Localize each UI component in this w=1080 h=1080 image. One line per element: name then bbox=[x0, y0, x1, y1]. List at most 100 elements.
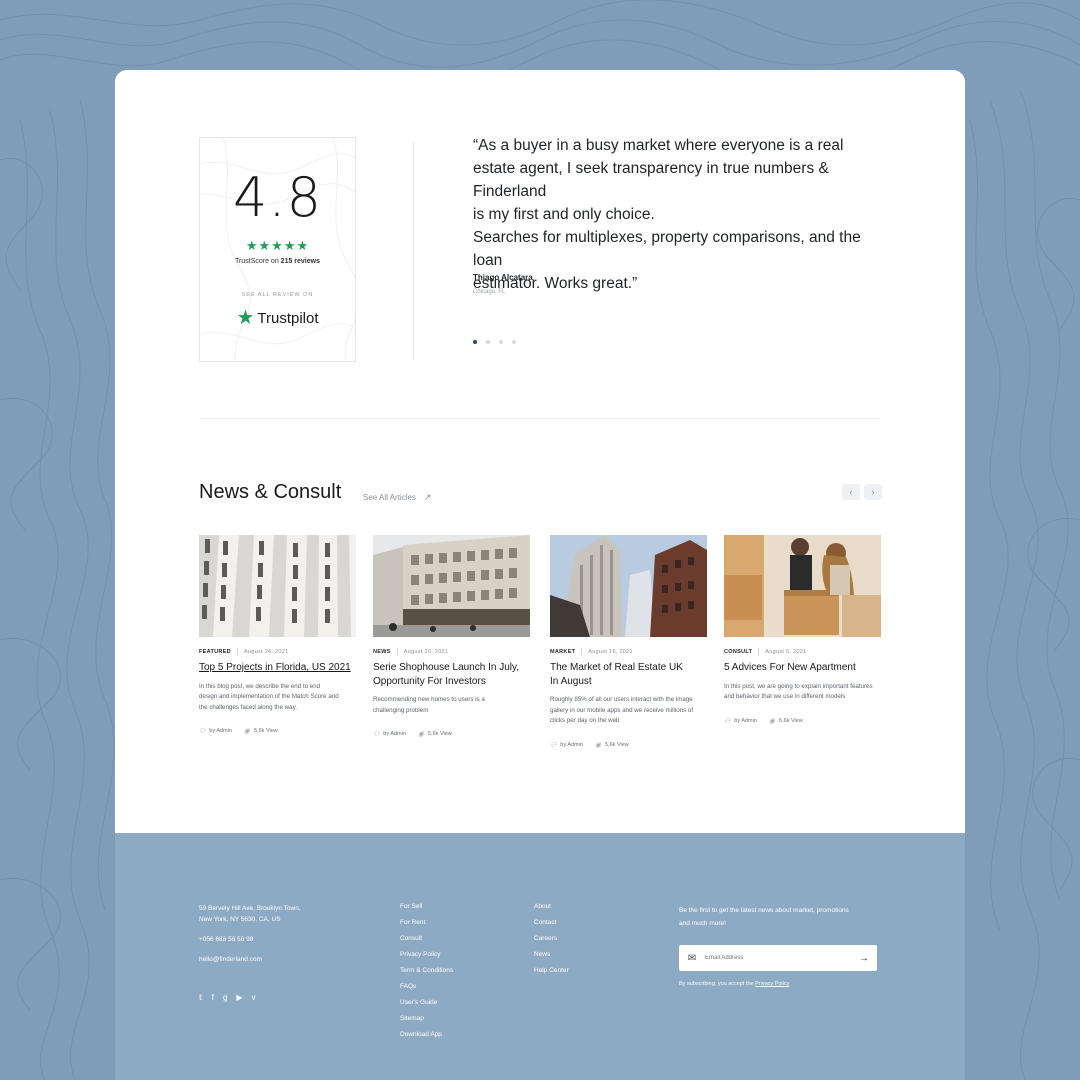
article-card[interactable]: CONSULT August 5, 2021 5 Advices For New… bbox=[724, 535, 881, 725]
views-label: 5,6k View bbox=[779, 717, 803, 724]
user-icon: ⚇ bbox=[724, 717, 731, 725]
carousel-dot[interactable] bbox=[486, 340, 490, 344]
footer-link[interactable]: FAQs bbox=[400, 983, 453, 990]
meta-divider bbox=[758, 648, 760, 655]
arrow-right-icon[interactable]: → bbox=[851, 953, 877, 964]
article-author: ⚇ by Admin bbox=[550, 741, 583, 749]
footer-links-col-2: About Contact Careers News Help Center bbox=[534, 903, 569, 983]
footer-link[interactable]: For Rent bbox=[400, 919, 453, 926]
see-all-review-label: SEE ALL REVIEW ON bbox=[241, 292, 314, 298]
user-icon: ⚇ bbox=[550, 741, 557, 749]
consent-prefix: By subscribing, you accept the bbox=[679, 981, 754, 987]
footer-link[interactable]: Contact bbox=[534, 919, 569, 926]
article-title[interactable]: Top 5 Projects in Florida, US 2021 bbox=[199, 661, 356, 675]
testimonial-author: Thiago Alcatara bbox=[473, 273, 533, 282]
article-category[interactable]: MARKET bbox=[550, 649, 575, 655]
article-footer: ⚇ by Admin ◉ 5,6k View bbox=[550, 741, 707, 749]
carousel-dot[interactable] bbox=[473, 340, 477, 344]
footer-link[interactable]: Privacy Policy bbox=[400, 951, 453, 958]
eye-icon: ◉ bbox=[768, 717, 776, 725]
article-date: August 20, 2021 bbox=[403, 648, 449, 655]
twitter-icon[interactable]: 𝕥 bbox=[199, 993, 203, 1002]
footer-link[interactable]: For Sell bbox=[400, 903, 453, 910]
article-category[interactable]: FEATURED bbox=[199, 649, 231, 655]
article-author: ⚇ by Admin bbox=[373, 730, 406, 738]
footer-link[interactable]: Sitemap bbox=[400, 1015, 453, 1022]
testimonial-location: Chicago, FL bbox=[473, 289, 506, 295]
article-date: August 16, 2021 bbox=[588, 648, 633, 655]
article-category[interactable]: CONSULT bbox=[724, 649, 752, 655]
footer-link[interactable]: Careers bbox=[534, 935, 569, 942]
footer-link[interactable]: About bbox=[534, 903, 569, 910]
article-title[interactable]: The Market of Real Estate UK In August bbox=[550, 661, 707, 688]
facebook-icon[interactable]: f bbox=[212, 993, 214, 1002]
article-card[interactable]: FEATURED August 24, 2021 Top 5 Projects … bbox=[199, 535, 356, 735]
eye-icon: ◉ bbox=[594, 741, 602, 749]
author-label: by Admin bbox=[383, 731, 406, 737]
footer-link[interactable]: Consult bbox=[400, 935, 453, 942]
user-icon: ⚇ bbox=[199, 728, 206, 735]
article-author: ⚇ by Admin bbox=[199, 727, 232, 735]
article-image[interactable] bbox=[373, 535, 530, 637]
trustpilot-rating-card[interactable]: 4.8 ★★★★★ TrustScore on 215 reviews SEE … bbox=[199, 137, 356, 362]
vimeo-icon[interactable]: v bbox=[252, 993, 256, 1002]
next-button[interactable]: › bbox=[864, 484, 882, 500]
see-all-label: See All Articles bbox=[363, 493, 416, 502]
eye-icon: ◉ bbox=[243, 728, 251, 735]
footer-link[interactable]: Download App bbox=[400, 1031, 453, 1038]
testimonial-quote: “As a buyer in a busy market where every… bbox=[473, 134, 893, 295]
article-title[interactable]: 5 Advices For New Apartment bbox=[724, 661, 881, 675]
horizontal-divider bbox=[199, 418, 881, 419]
footer-link[interactable]: Help Center bbox=[534, 967, 569, 974]
footer-contact: 59 Bervely Hill Ave, Brooklyn Town, New … bbox=[199, 903, 301, 974]
article-excerpt: Roughly 85% of all our users interact wi… bbox=[550, 696, 694, 724]
rating-score: 4.8 bbox=[233, 166, 322, 229]
meta-divider bbox=[581, 648, 583, 655]
carousel-dot[interactable] bbox=[499, 340, 503, 344]
article-category[interactable]: NEWS bbox=[373, 649, 391, 655]
trustpilot-logo[interactable]: ★ Trustpilot bbox=[200, 308, 355, 328]
prev-button[interactable]: ‹ bbox=[842, 484, 860, 500]
article-image[interactable] bbox=[199, 535, 356, 637]
google-icon[interactable]: g bbox=[223, 993, 227, 1002]
author-label: by Admin bbox=[209, 728, 232, 734]
arrow-up-right-icon: ↗ bbox=[423, 492, 432, 502]
newsletter-form: ✉ → bbox=[679, 945, 877, 971]
article-excerpt: Recommending new homes to users is a cha… bbox=[373, 696, 485, 714]
newsletter-text: Be the first to get the latest news abou… bbox=[679, 907, 849, 927]
article-views: ◉ 5,6k View bbox=[769, 717, 803, 725]
section-title: News & Consult bbox=[199, 481, 342, 503]
carousel-dot[interactable] bbox=[512, 340, 516, 344]
article-meta: FEATURED August 24, 2021 bbox=[199, 648, 356, 655]
trustscore-prefix: TrustScore on bbox=[235, 258, 279, 265]
footer-link[interactable]: News bbox=[534, 951, 569, 958]
views-label: 5,6k View bbox=[605, 741, 629, 748]
see-all-articles-link[interactable]: See All Articles ↗ bbox=[363, 492, 431, 503]
article-card[interactable]: NEWS August 20, 2021 Serie Shophouse Lau… bbox=[373, 535, 530, 738]
rating-stars-icon: ★★★★★ bbox=[245, 238, 310, 253]
email-input[interactable] bbox=[705, 955, 851, 961]
footer-link[interactable]: User's Guide bbox=[400, 999, 453, 1006]
article-meta: NEWS August 20, 2021 bbox=[373, 648, 530, 655]
article-excerpt: In this blog post, we describe the end t… bbox=[199, 682, 339, 711]
carousel-nav: ‹ › bbox=[842, 484, 882, 500]
trustpilot-brand: Trustpilot bbox=[257, 309, 319, 327]
footer-link[interactable]: Term & Conditions bbox=[400, 967, 453, 974]
article-card[interactable]: MARKET August 16, 2021 The Market of Rea… bbox=[550, 535, 707, 749]
article-author: ⚇ by Admin bbox=[724, 717, 757, 725]
author-label: by Admin bbox=[734, 717, 757, 724]
phone-link[interactable]: +056 686 56 56 98 bbox=[199, 934, 301, 945]
privacy-policy-link[interactable]: Privacy Policy bbox=[755, 981, 789, 987]
eye-icon: ◉ bbox=[417, 731, 425, 738]
article-title[interactable]: Serie Shophouse Launch In July, Opportun… bbox=[373, 661, 530, 688]
email-link[interactable]: hello@finderland.com bbox=[199, 954, 301, 965]
youtube-icon[interactable]: ▶ bbox=[236, 993, 242, 1002]
article-image[interactable] bbox=[724, 535, 881, 637]
meta-divider bbox=[396, 648, 398, 655]
views-label: 5,6k View bbox=[428, 731, 452, 737]
article-views: ◉ 5,6k View bbox=[595, 741, 629, 749]
article-image[interactable] bbox=[550, 535, 707, 637]
vertical-divider bbox=[413, 142, 414, 360]
article-footer: ⚇ by Admin ◉ 5,6k View bbox=[373, 730, 530, 738]
site-footer: 59 Bervely Hill Ave, Brooklyn Town, New … bbox=[115, 833, 965, 1080]
